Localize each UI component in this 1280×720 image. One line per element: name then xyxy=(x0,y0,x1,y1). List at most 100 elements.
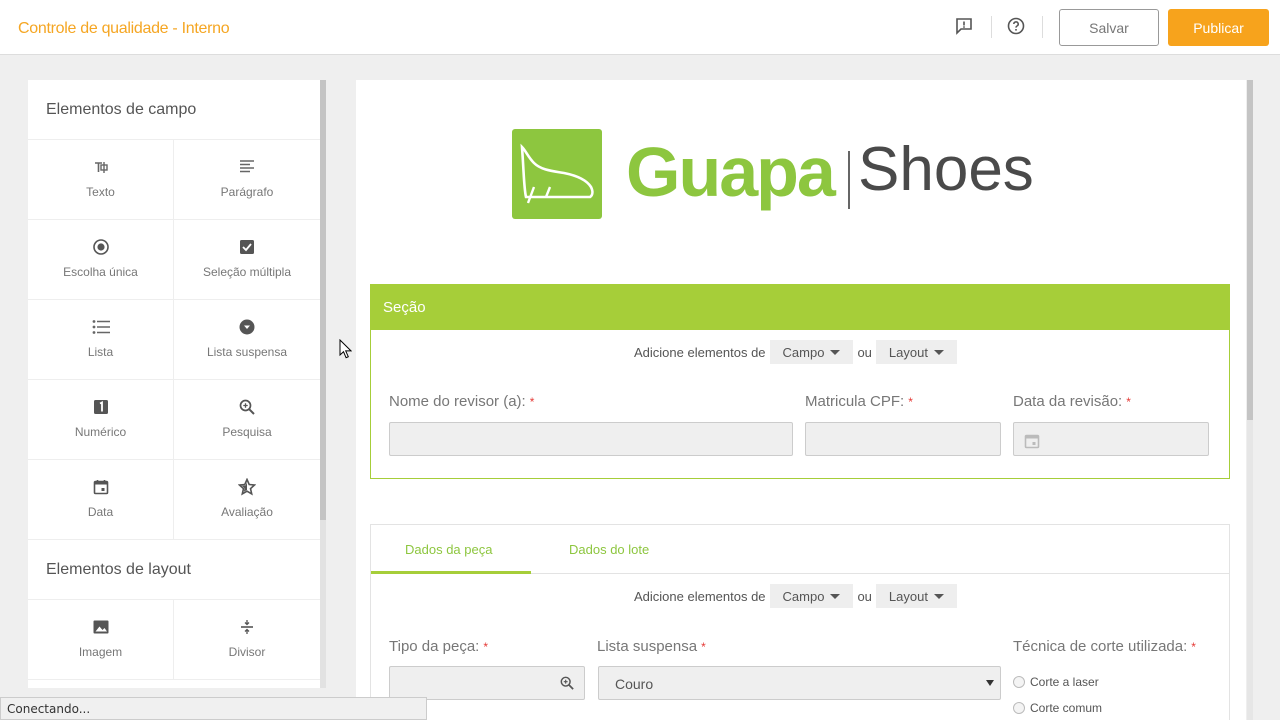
piece-type-label: Tipo da peça: * xyxy=(389,638,489,655)
radio-icon xyxy=(91,237,111,257)
or-label: ou xyxy=(857,588,872,604)
image-icon xyxy=(91,617,111,637)
tabs-container: Dados da peça Dados do lote Adicione ele… xyxy=(370,524,1230,720)
required-mark: * xyxy=(1126,395,1131,409)
element-search[interactable]: Pesquisa xyxy=(174,380,320,460)
required-mark: * xyxy=(908,395,913,409)
panel-scrollbar-thumb[interactable] xyxy=(320,80,326,520)
add-layout-dropdown[interactable]: Layout xyxy=(875,340,957,364)
search-icon xyxy=(237,397,257,417)
add-elements-row: Adicione elementos de Campo ou Layout xyxy=(634,584,961,608)
required-mark: * xyxy=(701,640,706,654)
element-label: Pesquisa xyxy=(222,425,272,439)
active-tab-indicator xyxy=(371,571,531,574)
required-mark: * xyxy=(483,640,489,654)
brand-logo: Guapa Shoes xyxy=(512,129,1034,221)
element-label: Divisor xyxy=(228,645,266,659)
element-label: Lista suspensa xyxy=(206,345,288,359)
checkbox-icon xyxy=(237,237,257,257)
help-icon[interactable] xyxy=(1005,15,1027,37)
radio-icon[interactable] xyxy=(1013,702,1025,714)
publish-button[interactable]: Publicar xyxy=(1168,9,1269,46)
cut-technique-label: Técnica de corte utilizada: * xyxy=(1013,638,1196,655)
tab-bar: Dados da peça Dados do lote xyxy=(371,525,1229,574)
cpf-input[interactable] xyxy=(805,422,1001,456)
element-label: Lista xyxy=(87,345,114,359)
calendar-icon[interactable] xyxy=(1024,433,1040,449)
top-bar: Controle de qualidade - Interno Salvar P… xyxy=(0,0,1280,55)
form-canvas: Guapa Shoes Seção Adicione elementos de … xyxy=(356,80,1246,720)
chevron-down-icon xyxy=(986,680,994,686)
element-label: Imagem xyxy=(78,645,123,659)
add-field-dropdown[interactable]: Campo xyxy=(769,340,854,364)
tab-dados-do-lote[interactable]: Dados do lote xyxy=(569,542,649,557)
element-single-choice[interactable]: Escolha única xyxy=(28,220,174,300)
logo-divider xyxy=(848,151,850,209)
divider-icon xyxy=(237,617,257,637)
element-numeric[interactable]: Numérico xyxy=(28,380,174,460)
cpf-label: Matricula CPF: * xyxy=(805,393,913,410)
add-layout-dropdown[interactable]: Layout xyxy=(875,584,957,608)
star-icon xyxy=(237,477,257,497)
canvas-scrollbar-thumb[interactable] xyxy=(1247,80,1253,420)
element-label: Escolha única xyxy=(63,265,138,279)
add-elements-label: Adicione elementos de xyxy=(634,588,766,604)
logo-word-guapa: Guapa xyxy=(626,133,836,211)
shoe-icon xyxy=(512,129,602,219)
piece-type-search-input[interactable] xyxy=(389,666,585,700)
paragraph-icon xyxy=(237,157,257,177)
material-select[interactable]: Couro xyxy=(598,666,1001,700)
form-section: Seção Adicione elementos de Campo ou Lay… xyxy=(370,284,1230,479)
element-image[interactable]: Imagem xyxy=(28,600,174,680)
element-rating[interactable]: Avaliação xyxy=(174,460,320,540)
reviewer-name-input[interactable] xyxy=(389,422,793,456)
element-text[interactable]: Texto xyxy=(28,140,174,220)
list-icon xyxy=(91,317,111,337)
page-title: Controle de qualidade - Interno xyxy=(18,20,230,37)
element-list[interactable]: Lista xyxy=(28,300,174,380)
radio-option[interactable]: Corte comum xyxy=(1013,701,1102,715)
element-divider[interactable]: Divisor xyxy=(174,600,320,680)
field-elements-heading: Elementos de campo xyxy=(28,80,320,140)
section-title[interactable]: Seção xyxy=(371,285,1229,330)
element-label: Texto xyxy=(86,185,115,199)
tab-dados-da-peca[interactable]: Dados da peça xyxy=(405,542,492,557)
element-label: Avaliação xyxy=(221,505,273,519)
radio-icon[interactable] xyxy=(1013,676,1025,688)
text-field-icon xyxy=(91,157,111,177)
save-button[interactable]: Salvar xyxy=(1059,9,1159,46)
element-label: Seleção múltipla xyxy=(202,265,292,279)
required-mark: * xyxy=(1191,640,1196,654)
element-label: Data xyxy=(87,505,114,519)
elements-panel: Elementos de campo Texto Parágrafo Escol… xyxy=(28,80,320,688)
add-elements-label: Adicione elementos de xyxy=(634,344,766,360)
numeric-icon xyxy=(91,397,111,417)
browser-status-bar: Conectando... xyxy=(0,697,427,720)
caret-down-icon xyxy=(933,349,944,355)
add-elements-row: Adicione elementos de Campo ou Layout xyxy=(634,340,961,364)
caret-down-icon xyxy=(933,593,944,599)
or-label: ou xyxy=(857,344,872,360)
review-date-label: Data da revisão: * xyxy=(1013,393,1131,410)
logo-word-shoes: Shoes xyxy=(858,135,1034,204)
reviewer-name-label: Nome do revisor (a): * xyxy=(389,393,535,410)
element-dropdown[interactable]: Lista suspensa xyxy=(174,300,320,380)
dropdown-icon xyxy=(237,317,257,337)
dropdown-label: Lista suspensa * xyxy=(597,638,706,655)
element-label: Parágrafo xyxy=(220,185,274,199)
required-mark: * xyxy=(529,395,535,409)
review-date-input[interactable] xyxy=(1013,422,1209,456)
element-paragraph[interactable]: Parágrafo xyxy=(174,140,320,220)
radio-option[interactable]: Corte a laser xyxy=(1013,675,1099,689)
add-field-dropdown[interactable]: Campo xyxy=(769,584,854,608)
search-icon[interactable] xyxy=(560,676,574,690)
calendar-icon xyxy=(91,477,111,497)
feedback-icon[interactable] xyxy=(953,15,975,37)
caret-down-icon xyxy=(830,349,841,355)
element-multiple-choice[interactable]: Seleção múltipla xyxy=(174,220,320,300)
header-divider xyxy=(1042,16,1043,38)
element-label: Numérico xyxy=(74,425,127,439)
layout-elements-heading: Elementos de layout xyxy=(28,540,320,600)
element-date[interactable]: Data xyxy=(28,460,174,540)
header-divider xyxy=(991,16,992,38)
